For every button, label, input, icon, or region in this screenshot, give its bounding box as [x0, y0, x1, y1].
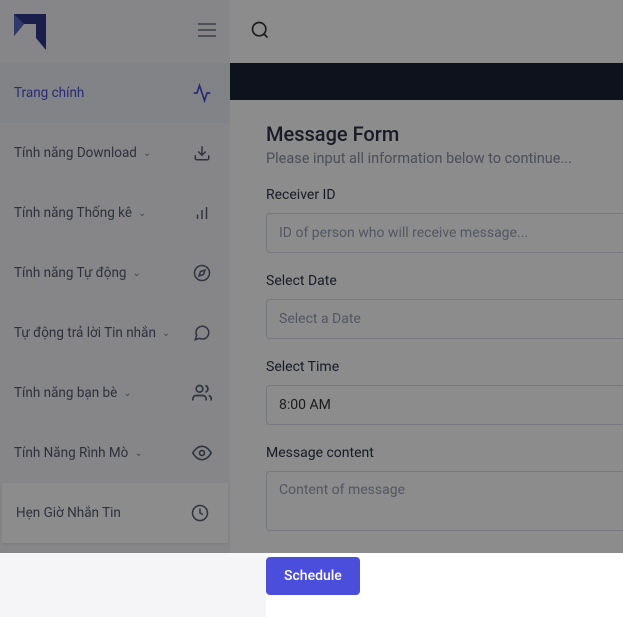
- time-input[interactable]: [266, 385, 623, 425]
- eye-icon: [192, 443, 212, 463]
- content-label: Message content: [266, 445, 623, 461]
- content-input[interactable]: [266, 471, 623, 531]
- form-subtitle: Please input all information below to co…: [266, 150, 623, 167]
- chevron-down-icon: ⌄: [162, 328, 170, 339]
- sidebar-item-schedule[interactable]: Hẹn Giờ Nhắn Tin: [2, 483, 228, 543]
- sidebar-item-label: Tính năng bạn bè: [14, 385, 117, 401]
- users-icon: [192, 383, 212, 403]
- sidebar-item-label: Tính Năng Rình Mò: [14, 445, 128, 461]
- chevron-down-icon: ⌄: [133, 268, 141, 279]
- sidebar-item-stats[interactable]: Tính năng Thống kê ⌄: [0, 183, 230, 243]
- sidebar: Trang chính Tính năng Download ⌄ Tính năn…: [0, 0, 230, 553]
- sidebar-item-label: Tính năng Thống kê: [14, 205, 132, 221]
- menu-toggle-icon[interactable]: [198, 22, 216, 41]
- form-title: Message Form: [266, 122, 623, 146]
- search-icon[interactable]: [250, 20, 270, 44]
- receiver-input[interactable]: [266, 213, 623, 253]
- bar-chart-icon: [192, 203, 212, 223]
- app-logo: [14, 14, 46, 50]
- sidebar-item-auto[interactable]: Tính năng Tự động ⌄: [0, 243, 230, 303]
- schedule-button[interactable]: Schedule: [266, 557, 360, 595]
- compass-icon: [192, 263, 212, 283]
- chevron-down-icon: ⌄: [143, 148, 151, 159]
- sidebar-item-friends[interactable]: Tính năng bạn bè ⌄: [0, 363, 230, 423]
- sidebar-header: [0, 0, 230, 63]
- chevron-down-icon: ⌄: [123, 388, 131, 399]
- date-input[interactable]: [266, 299, 623, 339]
- time-label: Select Time: [266, 359, 623, 375]
- activity-icon: [192, 83, 212, 103]
- receiver-label: Receiver ID: [266, 187, 623, 203]
- date-label: Select Date: [266, 273, 623, 289]
- sidebar-item-home[interactable]: Trang chính: [0, 63, 230, 123]
- chevron-down-icon: ⌄: [134, 448, 142, 459]
- sidebar-item-label: Tự động trả lời Tin nhắn: [14, 325, 156, 341]
- download-icon: [192, 143, 212, 163]
- sidebar-item-autoreply[interactable]: Tự động trả lời Tin nhắn ⌄: [0, 303, 230, 363]
- sidebar-item-download[interactable]: Tính năng Download ⌄: [0, 123, 230, 183]
- sidebar-item-label: Hẹn Giờ Nhắn Tin: [16, 505, 121, 521]
- chevron-down-icon: ⌄: [138, 208, 146, 219]
- message-icon: [192, 323, 212, 343]
- topbar: [230, 0, 623, 63]
- header-band: [230, 63, 623, 100]
- sidebar-item-label: Tính năng Tự động: [14, 265, 127, 281]
- clock-icon: [190, 503, 210, 523]
- main-content: Message Form Please input all informatio…: [230, 0, 623, 553]
- sidebar-item-label: Trang chính: [14, 85, 84, 101]
- sidebar-item-label: Tính năng Download: [14, 145, 137, 161]
- sidebar-item-spy[interactable]: Tính Năng Rình Mò ⌄: [0, 423, 230, 483]
- message-form-card: Message Form Please input all informatio…: [266, 100, 623, 617]
